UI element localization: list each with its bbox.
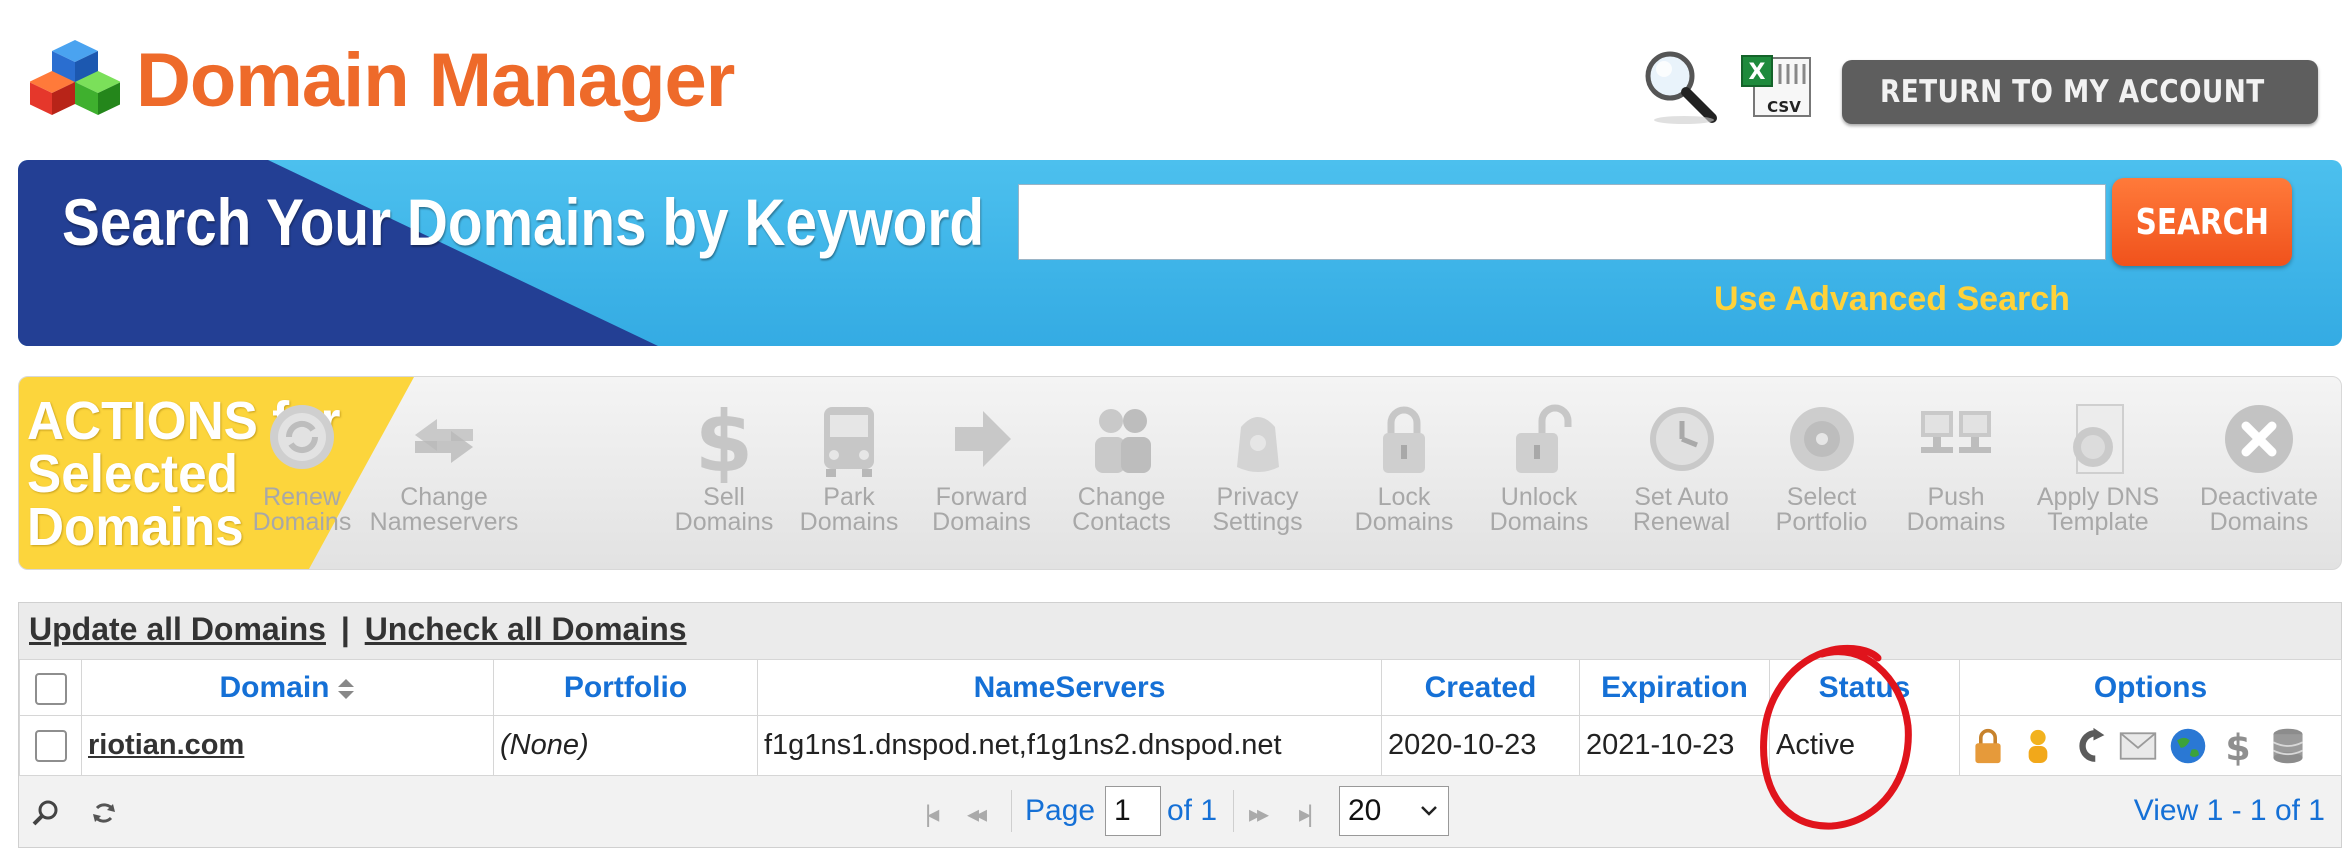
search-title: Search Your Domains by Keyword [62,185,985,259]
domain-cell: riotian.com [81,715,494,776]
contact-person-icon[interactable] [2016,724,2060,768]
email-icon[interactable] [2116,724,2160,768]
change-contacts-action[interactable]: Change Contacts [1059,397,1184,557]
grid-toolbar: Update all Domains | Uncheck all Domains [19,603,2341,659]
svg-text:$: $ [695,397,753,483]
column-header-status[interactable]: Status [1769,659,1960,716]
created-cell: 2020-10-23 [1381,715,1580,776]
sort-icon[interactable] [336,677,356,701]
column-header-options: Options [1959,659,2342,716]
privacy-icon [1236,417,1279,472]
park-domains-action[interactable]: Park Domains [794,397,904,557]
keyword-search-input[interactable] [1018,184,2106,260]
monitors-icon [1921,411,1991,453]
lock-domains-action[interactable]: Lock Domains [1349,397,1459,557]
domain-manager-page: Domain Manager X CSV RETURN TO MY ACCOUN… [0,0,2352,867]
contacts-icon [1094,409,1151,473]
app-header: Domain Manager X CSV RETURN TO MY ACCOUN… [0,0,2352,160]
prev-page-icon[interactable]: ◂◂ [967,800,987,829]
update-all-domains-link[interactable]: Update all Domains [29,611,326,647]
domain-table: Domain Portfolio NameServers Created Exp… [19,659,2342,776]
portfolio-cell: (None) [493,715,758,776]
refresh-icon[interactable] [89,798,119,828]
svg-text:CSV: CSV [1767,98,1801,116]
forward-hook-icon[interactable] [2066,724,2110,768]
table-row: riotian.com (None) f1g1ns1.dnspod.net,f1… [19,715,2342,776]
expiration-cell: 2021-10-23 [1579,715,1770,776]
search-button[interactable]: SEARCH [2112,178,2292,266]
select-portfolio-action[interactable]: Select Portfolio [1759,397,1884,557]
next-page-icon[interactable]: ▸▸ [1249,800,1269,829]
advanced-search-link[interactable]: Use Advanced Search [1714,280,2070,319]
sell-domains-action[interactable]: $ Sell Domains [669,397,779,557]
page-count-label: of 1 [1167,794,1218,827]
toolbar-separator: | [340,611,350,647]
lock-icon [1383,406,1425,473]
search-icon[interactable] [31,798,61,828]
renew-domains-action[interactable]: Renew Domains [247,397,357,557]
page-number-input[interactable] [1105,786,1161,836]
view-range-label: View 1 - 1 of 1 [2133,794,2325,827]
last-page-icon[interactable]: ▸| [1299,800,1313,829]
magnifier-icon[interactable] [1640,46,1720,126]
renew-icon [270,405,334,469]
status-cell: Active [1769,715,1960,776]
push-domains-action[interactable]: Push Domains [1891,397,2021,557]
forward-arrow-icon [954,411,1011,467]
change-nameservers-action[interactable]: Change Nameservers [359,397,529,557]
swap-arrows-icon [415,419,473,463]
unlock-domains-action[interactable]: Unlock Domains [1484,397,1594,557]
domain-link[interactable]: riotian.com [88,729,244,761]
nameservers-cell: f1g1ns1.dnspod.net,f1g1ns2.dnspod.net [757,715,1382,776]
deactivate-x-icon [2225,405,2293,473]
database-icon[interactable] [2266,724,2310,768]
chevron-down-icon [1421,806,1437,816]
forward-domains-action[interactable]: Forward Domains [919,397,1044,557]
dollar-icon: $ [695,397,753,483]
excel-csv-icon[interactable]: X CSV [1740,54,1816,120]
set-auto-renewal-action[interactable]: Set Auto Renewal [1619,397,1744,557]
options-cell: $ [1959,715,2342,776]
deactivate-domains-action[interactable]: Deactivate Domains [2189,397,2329,557]
clock-icon [1649,407,1714,471]
return-to-account-button[interactable]: RETURN TO MY ACCOUNT [1842,60,2318,124]
column-header-domain[interactable]: Domain [81,659,494,716]
page-title: Domain Manager [136,38,735,123]
table-header-row: Domain Portfolio NameServers Created Exp… [19,659,2342,716]
column-header-created[interactable]: Created [1381,659,1580,716]
globe-icon[interactable] [2166,724,2210,768]
column-header-expiration[interactable]: Expiration [1579,659,1770,716]
return-button-label: RETURN TO MY ACCOUNT [1880,74,2265,110]
row-select-cell [19,715,82,776]
domain-grid: Update all Domains | Uncheck all Domains… [18,602,2342,848]
bus-icon [824,407,874,477]
dollar-icon[interactable]: $ [2216,724,2260,768]
svg-text:$: $ [2225,726,2250,765]
pager-bar: |◂ ◂◂ Page of 1 ▸▸ ▸| 20 View 1 - 1 of 1 [19,775,2341,847]
search-banner: Search Your Domains by Keyword SEARCH Us… [18,160,2342,346]
pager-separator [1011,790,1012,832]
actions-toolbar: ACTIONS for Selected Domains Renew Domain… [18,376,2342,570]
first-page-icon[interactable]: |◂ [925,800,939,829]
privacy-settings-action[interactable]: Privacy Settings [1195,397,1320,557]
uncheck-all-domains-link[interactable]: Uncheck all Domains [365,611,687,647]
unlock-icon [1516,404,1572,473]
lock-icon[interactable] [1966,724,2010,768]
dns-template-icon [2073,404,2124,474]
column-header-portfolio[interactable]: Portfolio [493,659,758,716]
svg-text:X: X [1749,60,1766,85]
page-label: Page [1025,794,1096,827]
page-size-select[interactable]: 20 [1339,786,1449,836]
disc-icon [1789,407,1854,471]
select-all-cell [19,659,82,716]
apply-dns-template-action[interactable]: Apply DNS Template [2023,397,2173,557]
pager-separator [1233,790,1234,832]
column-header-nameservers[interactable]: NameServers [757,659,1382,716]
colored-cubes-logo [30,40,120,115]
select-all-checkbox[interactable] [34,672,67,705]
row-checkbox[interactable] [34,730,67,763]
